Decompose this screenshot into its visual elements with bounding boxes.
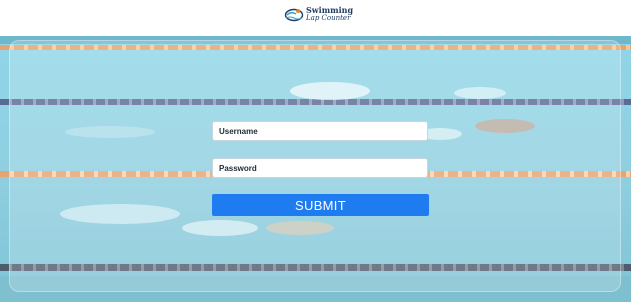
pool-background: SUBMIT — [0, 36, 631, 302]
submit-button[interactable]: SUBMIT — [212, 194, 429, 216]
logo-subtitle: Lap Counter — [306, 14, 351, 22]
app-logo[interactable]: Swimming Lap Counter — [284, 6, 353, 22]
swimmer-logo-icon — [284, 8, 304, 22]
username-field[interactable] — [212, 121, 428, 141]
top-header: Swimming Lap Counter — [0, 0, 631, 36]
username-input[interactable] — [219, 122, 421, 140]
password-field[interactable] — [212, 158, 428, 178]
password-input[interactable] — [219, 159, 421, 177]
logo-title: Swimming — [306, 5, 354, 15]
